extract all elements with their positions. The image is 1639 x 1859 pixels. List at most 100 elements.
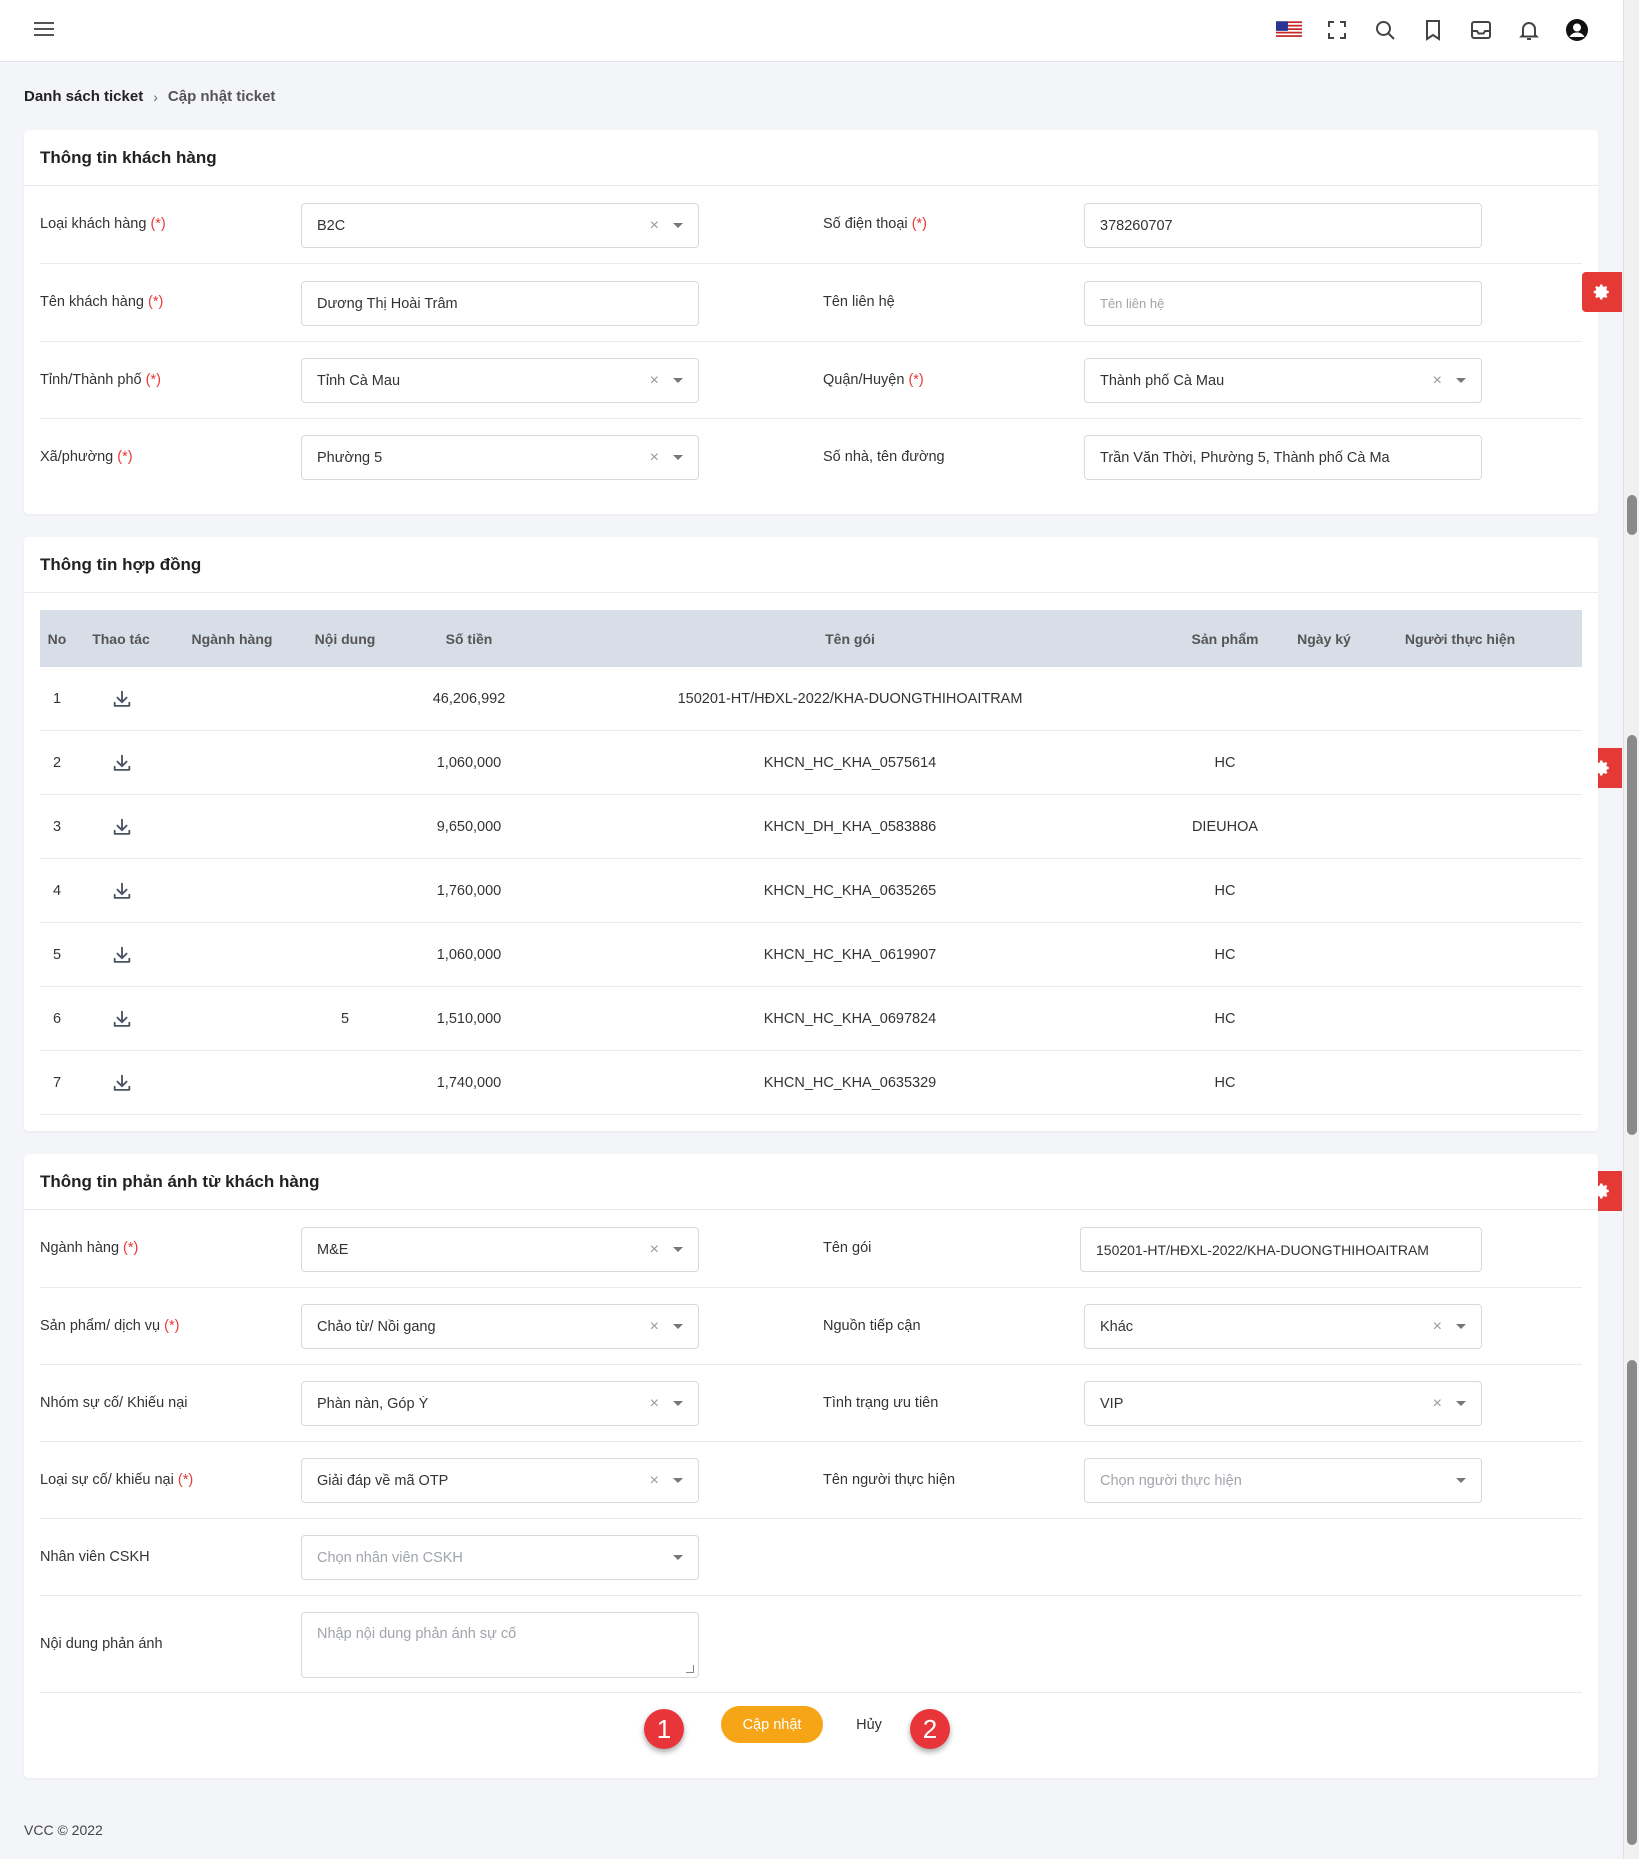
- assignee-select[interactable]: Chọn người thực hiện: [1084, 1458, 1482, 1503]
- clear-icon[interactable]: ×: [1433, 372, 1442, 390]
- caret-down-icon[interactable]: [673, 1324, 683, 1329]
- cell-amount: 9,650,000: [436, 818, 502, 835]
- clear-icon[interactable]: ×: [1433, 1318, 1442, 1336]
- download-icon[interactable]: [111, 816, 133, 838]
- province-select[interactable]: Tỉnh Cà Mau ×: [301, 358, 699, 403]
- chevron-right-icon: ›: [153, 88, 158, 105]
- cell-action: [102, 795, 142, 858]
- contact-name-input[interactable]: Tên liên hệ: [1084, 281, 1482, 326]
- download-icon[interactable]: [111, 1008, 133, 1030]
- package-label: Tên gói: [823, 1240, 872, 1256]
- col-action: Thao tác: [92, 630, 150, 647]
- contract-info-card: Thông tin hợp đồng No Thao tác Ngành hàn…: [24, 537, 1598, 1131]
- caret-down-icon[interactable]: [673, 1401, 683, 1406]
- table-row: 4 1,760,000 KHCN_HC_KHA_0635265 HC: [40, 859, 1582, 923]
- scrollbar-thumb[interactable]: [1627, 735, 1637, 1135]
- caret-down-icon[interactable]: [1456, 378, 1466, 383]
- breadcrumb-ticket-list[interactable]: Danh sách ticket: [24, 88, 143, 105]
- cskh-select[interactable]: Chọn nhân viên CSKH: [301, 1535, 699, 1580]
- bell-icon[interactable]: [1515, 16, 1543, 44]
- fullscreen-icon[interactable]: [1323, 16, 1351, 44]
- caret-down-icon[interactable]: [673, 1478, 683, 1483]
- download-icon[interactable]: [111, 1072, 133, 1094]
- contract-info-title: Thông tin hợp đồng: [24, 537, 1598, 593]
- source-select[interactable]: Khác ×: [1084, 1304, 1482, 1349]
- phone-label: Số điện thoại (*): [823, 216, 927, 232]
- download-icon[interactable]: [111, 880, 133, 902]
- phone-input[interactable]: 378260707: [1084, 203, 1482, 248]
- form-row: Tỉnh/Thành phố (*) Tỉnh Cà Mau × Quận/Huy…: [40, 342, 1582, 419]
- ward-label: Xã/phường (*): [40, 449, 133, 465]
- table-header: No Thao tác Ngành hàng Nội dung Số tiền …: [40, 610, 1582, 667]
- col-package: Tên gói: [825, 630, 875, 647]
- issue-group-label: Nhóm sự cố/ Khiếu nại: [40, 1395, 188, 1411]
- issue-group-select[interactable]: Phàn nàn, Góp Ý ×: [301, 1381, 699, 1426]
- cell-product: HC: [1214, 946, 1236, 963]
- clear-icon[interactable]: ×: [650, 372, 659, 390]
- priority-select[interactable]: VIP ×: [1084, 1381, 1482, 1426]
- district-select[interactable]: Thành phố Cà Mau ×: [1084, 358, 1482, 403]
- address-input[interactable]: Trần Văn Thời, Phường 5, Thành phố Cà Ma: [1084, 435, 1482, 480]
- form-row: Loại khách hàng (*) B2C × Số điện thoại (…: [40, 186, 1582, 264]
- caret-down-icon[interactable]: [673, 223, 683, 228]
- cell-action: [102, 667, 142, 730]
- caret-down-icon[interactable]: [673, 1555, 683, 1560]
- cell-product: [1170, 667, 1280, 730]
- cell-no: 3: [52, 818, 62, 835]
- cell-package: KHCN_HC_KHA_0635329: [763, 1074, 937, 1091]
- cell-amount: 46,206,992: [432, 690, 506, 707]
- inbox-icon[interactable]: [1467, 16, 1495, 44]
- col-assignee: Người thực hiện: [1404, 630, 1516, 647]
- cell-action: [102, 859, 142, 922]
- clear-icon[interactable]: ×: [1433, 1395, 1442, 1413]
- package-input[interactable]: 150201-HT/HĐXL-2022/KHA-DUONGTHIHOAITRAM: [1080, 1227, 1482, 1272]
- download-icon[interactable]: [111, 944, 133, 966]
- clear-icon[interactable]: ×: [650, 217, 659, 235]
- clear-icon[interactable]: ×: [650, 1472, 659, 1490]
- caret-down-icon[interactable]: [1456, 1478, 1466, 1483]
- search-icon[interactable]: [1371, 16, 1399, 44]
- us-flag-icon[interactable]: [1275, 16, 1303, 44]
- bookmark-icon[interactable]: [1419, 16, 1447, 44]
- product-select[interactable]: Chảo từ/ Nồi gang ×: [301, 1304, 699, 1349]
- customer-name-input[interactable]: Dương Thị Hoài Trâm: [301, 281, 699, 326]
- source-label: Nguồn tiếp cận: [823, 1318, 921, 1334]
- feedback-info-title: Thông tin phản ánh từ khách hàng: [24, 1154, 1598, 1210]
- content-textarea[interactable]: Nhập nội dung phản ánh sự cố: [301, 1612, 699, 1678]
- scrollbar-thumb[interactable]: [1627, 1360, 1637, 1845]
- scrollbar-thumb[interactable]: [1627, 495, 1637, 535]
- user-circle-icon[interactable]: [1563, 16, 1591, 44]
- update-button[interactable]: Cập nhật: [721, 1706, 823, 1743]
- caret-down-icon[interactable]: [673, 455, 683, 460]
- cell-content: [320, 859, 370, 922]
- ward-select[interactable]: Phường 5 ×: [301, 435, 699, 480]
- hamburger-icon[interactable]: [34, 19, 54, 39]
- caret-down-icon[interactable]: [673, 1247, 683, 1252]
- clear-icon[interactable]: ×: [650, 1318, 659, 1336]
- clear-icon[interactable]: ×: [650, 1395, 659, 1413]
- caret-down-icon[interactable]: [673, 378, 683, 383]
- cancel-button[interactable]: Hủy: [846, 1706, 892, 1743]
- resize-handle-icon[interactable]: [686, 1665, 694, 1673]
- vertical-scrollbar[interactable]: [1623, 0, 1639, 1859]
- download-icon[interactable]: [111, 688, 133, 710]
- caret-down-icon[interactable]: [1456, 1324, 1466, 1329]
- caret-down-icon[interactable]: [1456, 1401, 1466, 1406]
- customer-info-title: Thông tin khách hàng: [24, 130, 1598, 186]
- customer-info-card: Thông tin khách hàng Loại khách hàng (*)…: [24, 130, 1598, 514]
- col-amount: Số tiền: [445, 630, 493, 647]
- clear-icon[interactable]: ×: [650, 1241, 659, 1259]
- clear-icon[interactable]: ×: [650, 449, 659, 467]
- cell-amount: 1,060,000: [436, 754, 502, 771]
- settings-gear-button[interactable]: [1582, 272, 1622, 312]
- issue-type-select[interactable]: Giải đáp về mã OTP ×: [301, 1458, 699, 1503]
- industry-select[interactable]: M&E ×: [301, 1227, 699, 1272]
- cell-package: 150201-HT/HĐXL-2022/KHA-DUONGTHIHOAITRAM: [677, 690, 1023, 707]
- download-icon[interactable]: [111, 752, 133, 774]
- cell-amount: 1,510,000: [436, 1010, 502, 1027]
- cell-action: [102, 987, 142, 1050]
- customer-type-select[interactable]: B2C ×: [301, 203, 699, 248]
- cell-product: HC: [1214, 882, 1236, 899]
- table-row: 2 1,060,000 KHCN_HC_KHA_0575614 HC: [40, 731, 1582, 795]
- cell-no: 1: [52, 690, 62, 707]
